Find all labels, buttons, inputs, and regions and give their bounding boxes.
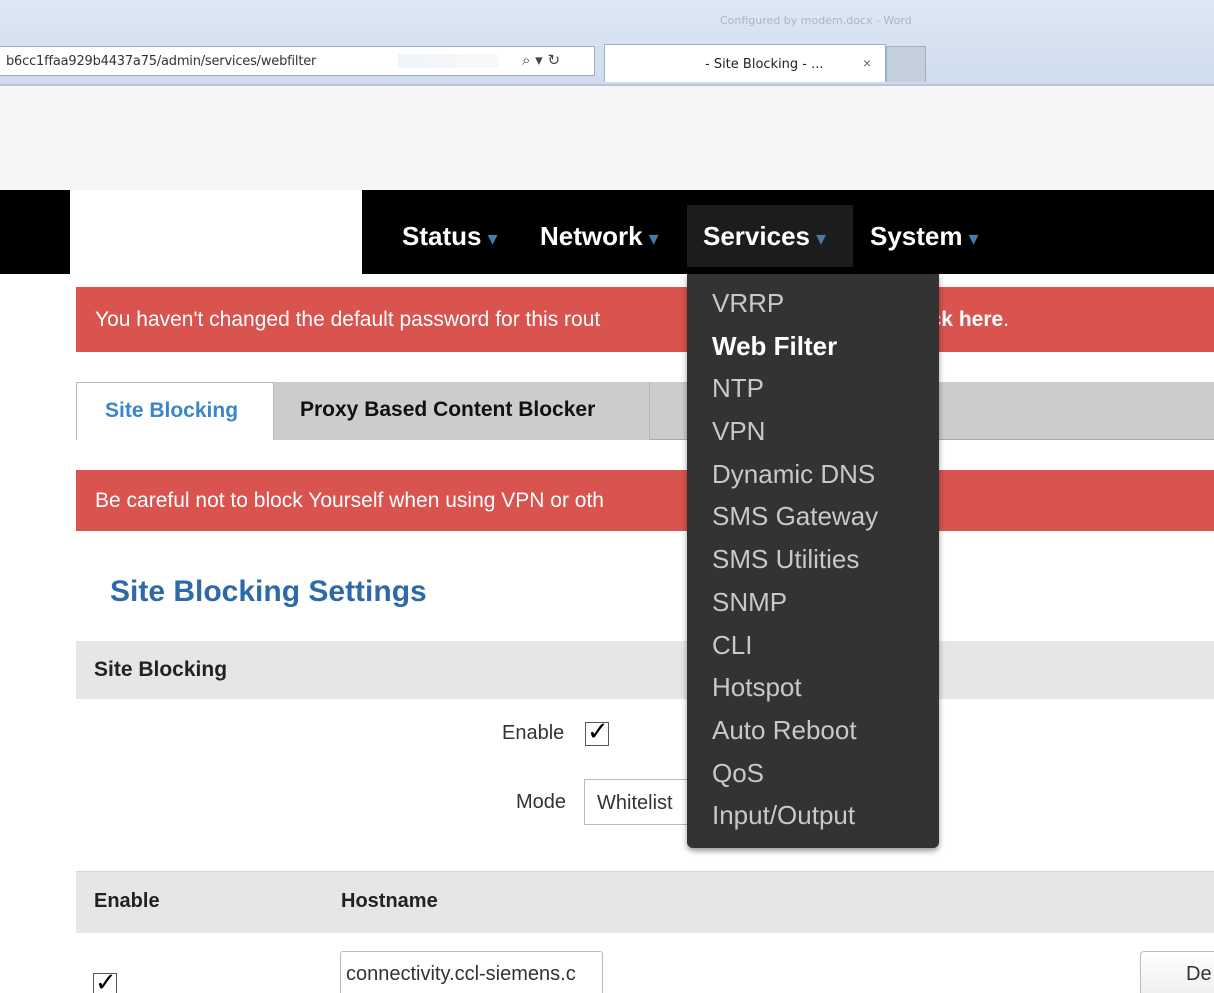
menu-item-dynamic-dns[interactable]: Dynamic DNS [687, 459, 939, 502]
mode-select-value: Whitelist [597, 792, 673, 814]
menu-item-sms-gateway[interactable]: SMS Gateway [687, 501, 939, 544]
section-header: Site Blocking [76, 641, 1214, 699]
column-header-hostname: Hostname [341, 890, 438, 912]
password-alert-text: You haven't changed the default password… [95, 308, 601, 331]
caret-down-icon: ▾ [968, 228, 979, 250]
hostname-input[interactable]: connectivity.ccl-siemens.c [340, 951, 603, 993]
browser-chrome: Configured by modem.docx - Word b6cc1ffa… [0, 0, 1214, 86]
search-refresh-icon[interactable]: ⌕ ▾ ↻ [522, 51, 560, 69]
logo-area [70, 190, 362, 274]
column-header-enable: Enable [94, 890, 160, 912]
tab-site-blocking[interactable]: Site Blocking [76, 382, 274, 440]
nav-services-label: Services [703, 221, 810, 251]
services-dropdown-menu: VRRP Web Filter NTP VPN Dynamic DNS SMS … [687, 274, 939, 848]
menu-item-vrrp[interactable]: VRRP [687, 288, 939, 331]
menu-item-ntp[interactable]: NTP [687, 373, 939, 416]
delete-button[interactable]: De [1140, 951, 1214, 993]
screen: Configured by modem.docx - Word b6cc1ffa… [0, 0, 1214, 993]
nav-services[interactable]: Services ▾ [687, 205, 853, 267]
menu-item-snmp[interactable]: SNMP [687, 587, 939, 630]
nav-system[interactable]: System ▾ [870, 205, 979, 267]
tab-proxy-content-blocker[interactable]: Proxy Based Content Blocker [274, 382, 650, 440]
nav-network[interactable]: Network ▾ [540, 205, 659, 267]
menu-item-qos[interactable]: QoS [687, 758, 939, 801]
close-icon[interactable]: × [863, 55, 871, 71]
section-header-label: Site Blocking [94, 658, 228, 681]
mode-select[interactable]: Whitelist [584, 779, 688, 825]
enable-label: Enable [502, 722, 565, 744]
password-alert-period: . [1003, 308, 1010, 331]
password-alert: You haven't changed the default password… [76, 287, 1214, 352]
menu-item-sms-utilities[interactable]: SMS Utilities [687, 544, 939, 587]
menu-item-hotspot[interactable]: Hotspot [687, 672, 939, 715]
hostname-value: connectivity.ccl-siemens.c [346, 963, 576, 985]
nav-status[interactable]: Status ▾ [402, 205, 498, 267]
page-title: Site Blocking Settings [110, 575, 427, 608]
caret-down-icon: ▾ [815, 228, 827, 250]
caret-down-icon: ▾ [648, 228, 659, 250]
row-enable-checkbox[interactable] [93, 968, 117, 993]
menu-item-input-output[interactable]: Input/Output [687, 800, 939, 843]
menu-item-vpn[interactable]: VPN [687, 416, 939, 459]
address-bar[interactable]: b6cc1ffaa929b4437a75/admin/services/webf… [0, 46, 595, 76]
menu-item-auto-reboot[interactable]: Auto Reboot [687, 715, 939, 758]
caret-down-icon: ▾ [487, 228, 498, 250]
nav-system-label: System [870, 221, 963, 251]
vpn-warning-text: Be careful not to block Yourself when us… [95, 489, 604, 512]
address-text: b6cc1ffaa929b4437a75/admin/services/webf… [6, 54, 317, 69]
new-tab-button[interactable] [886, 46, 926, 82]
nav-status-label: Status [402, 221, 482, 251]
enable-checkbox[interactable] [585, 717, 609, 747]
browser-tab-title: - Site Blocking - ... [705, 57, 824, 72]
nav-network-label: Network [540, 221, 643, 251]
delete-button-label: De [1186, 963, 1212, 985]
table-header [76, 871, 1214, 933]
address-blur [398, 54, 498, 68]
window-title: Configured by modem.docx - Word [720, 14, 912, 27]
browser-tab[interactable]: - Site Blocking - ... × [604, 44, 886, 82]
vpn-warning-alert: Be careful not to block Yourself when us… [76, 470, 1214, 531]
page-top-band [0, 86, 1214, 190]
mode-label: Mode [516, 791, 567, 813]
menu-item-cli[interactable]: CLI [687, 630, 939, 673]
menu-item-web-filter[interactable]: Web Filter [687, 331, 939, 374]
